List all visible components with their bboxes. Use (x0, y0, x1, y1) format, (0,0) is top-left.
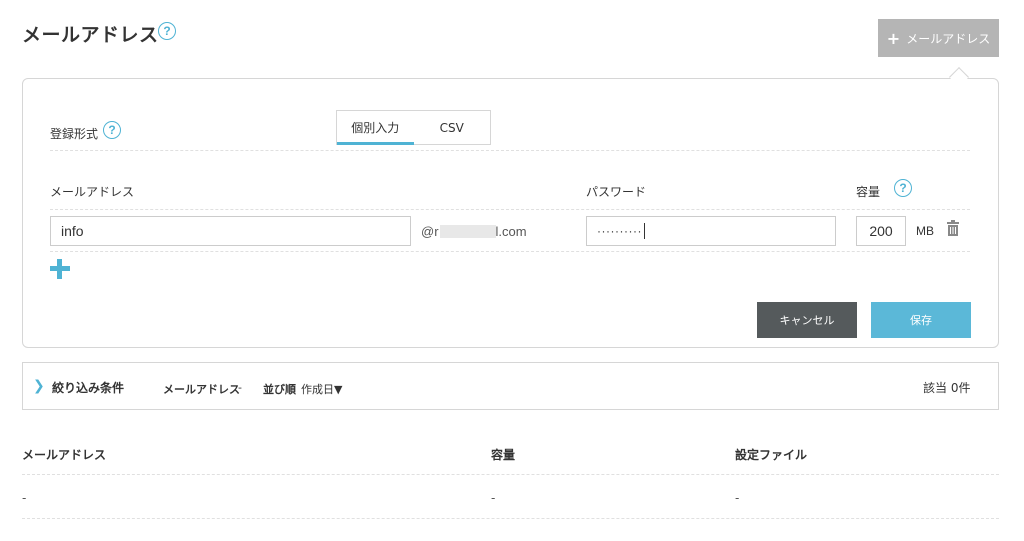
table-divider (22, 518, 999, 519)
filter-bar[interactable]: ❯ 絞り込み条件 メールアドレス - 並び順 作成日▼ 該当 0件 (22, 362, 999, 410)
password-column-label: パスワード (586, 185, 647, 199)
add-email-button[interactable]: + メールアドレス (878, 19, 999, 57)
sort-dropdown[interactable]: 作成日▼ (301, 381, 342, 397)
plus-icon: + (886, 28, 901, 48)
save-button[interactable]: 保存 (871, 302, 971, 338)
tab-individual[interactable]: 個別入力 (337, 111, 414, 145)
sort-label: 並び順 (263, 383, 296, 396)
redacted-domain (439, 225, 496, 238)
capacity-help-icon[interactable]: ? (894, 179, 912, 197)
divider (50, 251, 970, 252)
divider (50, 150, 970, 151)
chevron-right-icon[interactable]: ❯ (33, 378, 45, 394)
add-row-plus-icon[interactable] (50, 259, 70, 279)
text-cursor (643, 223, 645, 239)
add-email-button-label: メールアドレス (906, 31, 991, 46)
email-input[interactable]: info (50, 216, 411, 246)
capacity-column-label: 容量 (856, 185, 881, 199)
table-cell-email: - (22, 491, 27, 505)
password-input[interactable]: ·········· (586, 216, 836, 246)
registration-tabs: 個別入力 CSV (336, 110, 491, 145)
filter-title[interactable]: 絞り込み条件 (52, 379, 124, 396)
capacity-unit: MB (916, 224, 934, 238)
cancel-button[interactable]: キャンセル (757, 302, 857, 338)
filter-email-label: メールアドレス (163, 383, 240, 396)
filter-email-value: - (238, 381, 242, 394)
table-header-config: 設定ファイル (735, 448, 808, 462)
page-title: メールアドレス (22, 24, 159, 46)
capacity-input[interactable]: 200 (856, 216, 906, 246)
table-cell-config: - (735, 491, 740, 505)
registration-help-icon[interactable]: ? (103, 121, 121, 139)
help-icon[interactable]: ? (158, 22, 176, 40)
password-value: ·········· (597, 224, 642, 238)
email-domain: @r l.com (421, 224, 527, 239)
result-count: 該当 0件 (923, 381, 971, 395)
divider (50, 209, 970, 210)
trash-icon[interactable] (947, 220, 959, 236)
domain-prefix: @r (421, 224, 439, 239)
tab-csv[interactable]: CSV (414, 111, 491, 144)
domain-suffix: l.com (495, 224, 527, 239)
registration-format-label: 登録形式 (50, 127, 99, 141)
table-divider (22, 474, 999, 475)
email-column-label: メールアドレス (50, 185, 135, 199)
table-header-capacity: 容量 (491, 448, 516, 462)
table-cell-capacity: - (491, 491, 496, 505)
table-header-email: メールアドレス (22, 448, 107, 462)
